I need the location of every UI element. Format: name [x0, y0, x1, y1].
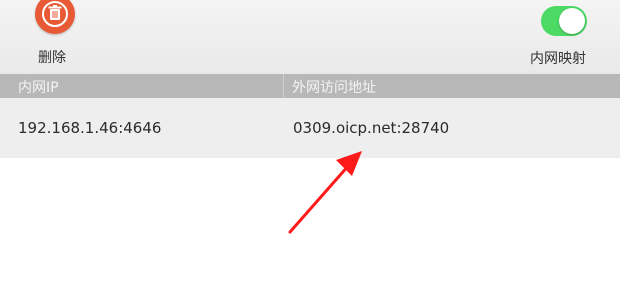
delete-label: 删除: [38, 50, 66, 66]
delete-button[interactable]: 删除: [26, 0, 86, 70]
cell-internal-ip: 192.168.1.46:4646: [18, 119, 162, 137]
toolbar: 删除 内网映射: [0, 0, 620, 74]
cell-external-address: 0309.oicp.net:28740: [293, 119, 450, 137]
table-row[interactable]: 192.168.1.46:4646 0309.oicp.net:28740: [0, 98, 620, 158]
column-divider: [283, 74, 284, 98]
table-header: 内网IP 外网访问地址: [0, 74, 620, 98]
toggle-knob: [559, 8, 585, 34]
mapping-label: 内网映射: [530, 51, 586, 67]
app-window: 删除 内网映射 内网IP 外网访问地址 192.168.1.46:4646 03…: [0, 0, 620, 287]
mapping-toggle-group: 内网映射: [528, 6, 608, 72]
mapping-toggle[interactable]: [541, 6, 587, 36]
delete-button-circle[interactable]: [35, 0, 75, 34]
column-header-external-address: 外网访问地址: [292, 80, 376, 96]
trash-icon: [42, 1, 68, 27]
column-header-internal-ip: 内网IP: [18, 80, 59, 96]
